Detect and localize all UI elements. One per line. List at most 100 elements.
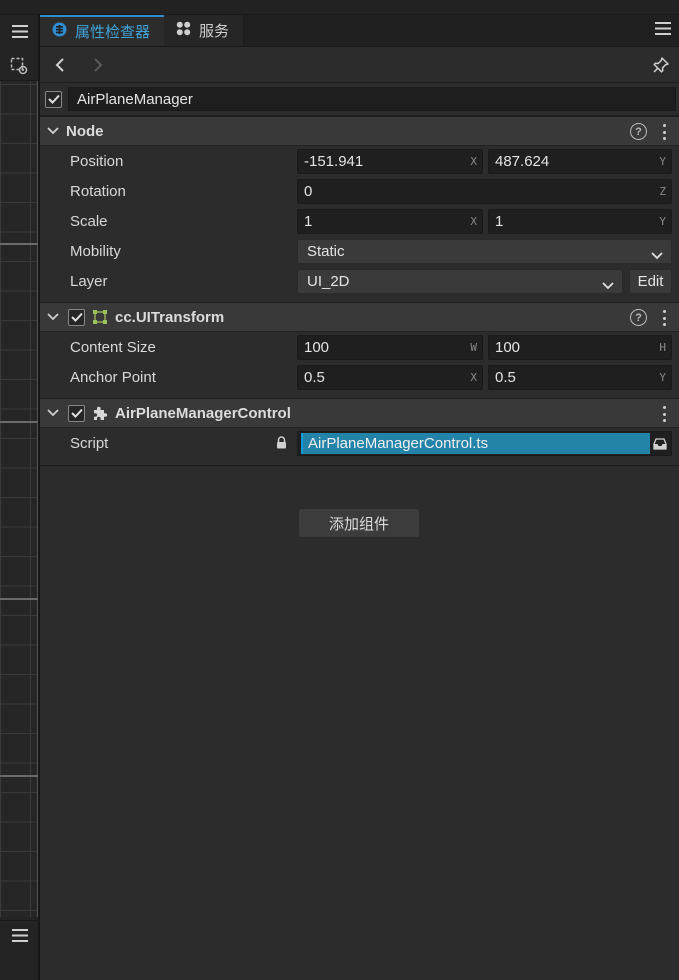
uitransform-icon [91,308,109,326]
hamburger-icon[interactable] [0,15,40,47]
y-axis-label: Y [659,215,666,228]
uitransform-title: cc.UITransform [115,308,225,326]
inspector-icon [52,22,67,41]
anchor-x-field[interactable]: 0.5 X [297,365,483,390]
content-size-label: Content Size [70,338,156,356]
grid-major-line [0,421,38,423]
script-row: Script AirPlaneManagerControl.ts [40,428,679,458]
script-asset-value: AirPlaneManagerControl.ts [301,433,650,454]
scale-label: Scale [70,212,108,230]
position-y-field[interactable]: 487.624 Y [488,149,672,174]
layer-value: UI_2D [307,273,350,290]
scale-x-value: 1 [304,213,313,230]
chevron-down-icon[interactable] [42,409,64,417]
grid-major-line [0,243,38,245]
back-arrow-icon[interactable] [46,51,74,79]
uitransform-enabled-checkbox[interactable] [68,308,85,326]
rotation-field[interactable]: 0 Z [297,179,672,204]
grid-major-line [0,775,38,777]
pin-icon[interactable] [649,53,673,77]
x-axis-label: X [470,371,477,384]
layer-edit-button[interactable]: Edit [629,269,672,294]
node-active-checkbox[interactable] [45,90,62,108]
z-axis-label: Z [659,185,666,198]
scene-gizmo-icon[interactable] [0,51,38,81]
anchor-x-value: 0.5 [304,369,325,386]
mobility-value: Static [307,243,345,260]
puzzle-icon [91,404,109,422]
script-component-header[interactable]: AirPlaneManagerControl [40,398,679,428]
help-icon[interactable]: ? [630,123,647,140]
help-icon[interactable]: ? [630,309,647,326]
tab-services[interactable]: 服务 [164,15,245,46]
anchor-y-field[interactable]: 0.5 Y [488,365,672,390]
position-x-value: -151.941 [304,153,364,170]
services-icon [176,21,191,40]
anchor-y-value: 0.5 [495,369,516,386]
rotation-value: 0 [304,183,313,200]
node-section-header[interactable]: Node ? [40,116,679,146]
scale-x-field[interactable]: 1 X [297,209,483,234]
script-asset-field[interactable]: AirPlaneManagerControl.ts [297,431,672,456]
locate-asset-icon[interactable] [651,435,669,453]
more-options-icon[interactable] [659,123,669,141]
uitransform-section-header[interactable]: cc.UITransform ? [40,302,679,332]
layer-label: Layer [70,272,108,290]
chevron-down-icon [651,247,663,264]
content-size-w-value: 100 [304,339,330,356]
mobility-select[interactable]: Static [297,239,672,264]
history-nav-bar [40,47,679,83]
x-axis-label: X [470,155,477,168]
content-size-w-field[interactable]: 100 W [297,335,483,360]
chevron-down-icon [602,277,614,294]
scene-grid[interactable] [0,81,38,917]
inspector-panel: 属性检查器 服务 AirPlaneManager Node ? Position… [40,15,679,980]
x-axis-label: X [470,215,477,228]
rotation-label: Rotation [70,182,126,200]
divider [40,465,679,466]
anchor-point-row: Anchor Point 0.5 X 0.5 Y [40,362,679,392]
content-size-h-field[interactable]: 100 H [488,335,672,360]
grid-major-line [0,598,38,600]
panel-menu-icon[interactable] [655,22,671,39]
tab-bar: 属性检查器 服务 [40,15,679,47]
more-options-icon[interactable] [659,405,669,423]
node-name-row: AirPlaneManager [40,83,679,116]
rotation-row: Rotation 0 Z [40,176,679,206]
mobility-label: Mobility [70,242,121,260]
y-axis-label: Y [659,371,666,384]
node-section-title: Node [66,122,104,140]
content-size-h-value: 100 [495,339,521,356]
script-label: Script [70,434,109,452]
tab-inspector[interactable]: 属性检查器 [40,15,165,46]
node-name-input[interactable]: AirPlaneManager [68,87,676,111]
position-label: Position [70,152,124,170]
scene-panel-edge [0,15,40,980]
chevron-down-icon[interactable] [42,127,64,135]
forward-arrow-icon[interactable] [84,51,112,79]
position-y-value: 487.624 [495,153,550,170]
lock-icon [276,436,287,453]
chevron-down-icon[interactable] [42,313,64,321]
more-options-icon[interactable] [659,309,669,327]
layer-select[interactable]: UI_2D [297,269,623,294]
scale-row: Scale 1 X 1 Y [40,206,679,236]
layer-row: Layer UI_2D Edit [40,266,679,296]
tab-inspector-label: 属性检查器 [75,24,151,41]
position-x-field[interactable]: -151.941 X [297,149,483,174]
top-bar [0,0,679,15]
position-row: Position -151.941 X 487.624 Y [40,146,679,176]
scale-y-field[interactable]: 1 Y [488,209,672,234]
y-axis-label: Y [659,155,666,168]
tab-services-label: 服务 [199,23,230,40]
scale-y-value: 1 [495,213,504,230]
anchor-point-label: Anchor Point [70,368,156,386]
script-enabled-checkbox[interactable] [68,404,85,422]
add-component-button[interactable]: 添加组件 [298,508,420,538]
script-component-title: AirPlaneManagerControl [115,404,291,422]
h-axis-label: H [659,341,666,354]
mobility-row: Mobility Static [40,236,679,266]
hamburger-icon[interactable] [0,920,40,950]
content-size-row: Content Size 100 W 100 H [40,332,679,362]
